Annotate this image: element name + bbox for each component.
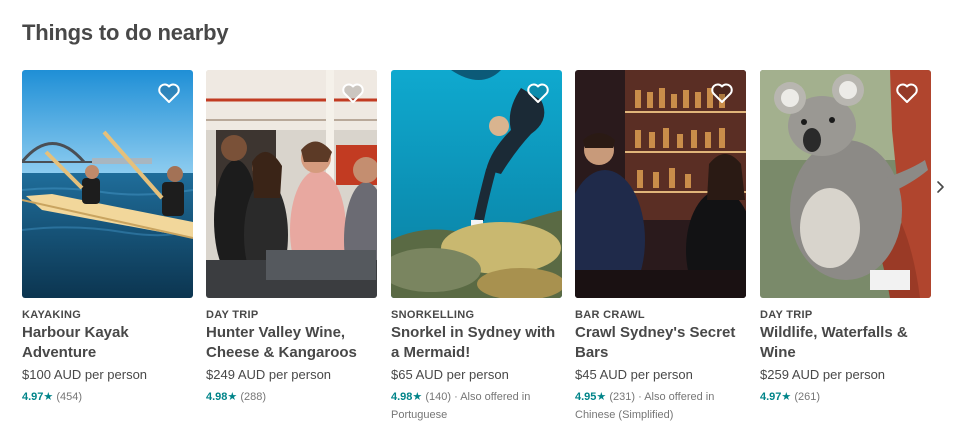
experience-category: DAY TRIP xyxy=(206,309,259,321)
favorite-button[interactable] xyxy=(710,82,734,104)
heart-outline-icon xyxy=(527,83,549,103)
experience-category: BAR CRAWL xyxy=(575,309,645,321)
star-icon: ★ xyxy=(781,391,792,403)
bar-photo xyxy=(575,70,746,298)
star-icon: ★ xyxy=(43,391,54,403)
experience-card[interactable]: KAYAKING Harbour Kayak Adventure $100 AU… xyxy=(22,70,193,420)
carousel-next-button[interactable] xyxy=(934,178,948,196)
experience-title[interactable]: Crawl Sydney's Secret Bars xyxy=(575,323,746,363)
favorite-button[interactable] xyxy=(895,82,919,104)
heart-outline-icon xyxy=(896,83,918,103)
experience-meta: 4.97★ (261) xyxy=(760,388,931,406)
star-icon: ★ xyxy=(227,391,238,403)
heart-outline-icon xyxy=(711,83,733,103)
experience-title[interactable]: Hunter Valley Wine, Cheese & Kangaroos xyxy=(206,323,377,363)
experience-card[interactable]: DAY TRIP Wildlife, Waterfalls & Wine $25… xyxy=(760,70,931,420)
experience-meta: 4.95★ (231) · Also offered in Chinese (S… xyxy=(575,388,746,424)
koala-photo xyxy=(760,70,931,298)
experience-category: DAY TRIP xyxy=(760,309,813,321)
rating-value: 4.97 xyxy=(22,391,44,403)
experience-meta: 4.97★ (454) xyxy=(22,388,193,406)
heart-outline-icon xyxy=(342,83,364,103)
experience-card[interactable]: BAR CRAWL Crawl Sydney's Secret Bars $45… xyxy=(575,70,746,421)
experience-photo[interactable] xyxy=(22,70,193,298)
experience-photo[interactable] xyxy=(760,70,931,298)
rating-value: 4.98 xyxy=(206,391,228,403)
review-count: (261) xyxy=(794,391,821,403)
star-icon: ★ xyxy=(412,391,423,403)
heart-outline-icon xyxy=(158,83,180,103)
experience-title[interactable]: Wildlife, Waterfalls & Wine xyxy=(760,323,931,363)
rating-value: 4.98 xyxy=(391,391,413,403)
experience-title[interactable]: Snorkel in Sydney with a Mermaid! xyxy=(391,323,562,363)
experience-category: KAYAKING xyxy=(22,309,82,321)
wine-tasting-photo xyxy=(206,70,377,298)
experience-meta: 4.98★ (288) xyxy=(206,388,377,406)
favorite-button[interactable] xyxy=(341,82,365,104)
experience-carousel: KAYAKING Harbour Kayak Adventure $100 AU… xyxy=(22,70,934,421)
star-icon: ★ xyxy=(596,391,607,403)
experience-price: $45 AUD per person xyxy=(575,367,693,382)
review-count: (140) xyxy=(425,391,452,403)
rating-value: 4.95 xyxy=(575,391,597,403)
favorite-button[interactable] xyxy=(157,82,181,104)
review-count: (231) xyxy=(609,391,636,403)
experience-price: $65 AUD per person xyxy=(391,367,509,382)
experience-card[interactable]: DAY TRIP Hunter Valley Wine, Cheese & Ka… xyxy=(206,70,377,420)
experience-card[interactable]: SNORKELLING Snorkel in Sydney with a Mer… xyxy=(391,70,562,421)
section-title: Things to do nearby xyxy=(22,20,229,45)
experience-price: $249 AUD per person xyxy=(206,367,332,382)
experience-meta: 4.98★ (140) · Also offered in Portuguese xyxy=(391,388,562,424)
review-count: (288) xyxy=(240,391,267,403)
experience-photo[interactable] xyxy=(575,70,746,298)
chevron-right-icon xyxy=(937,181,944,193)
experience-photo[interactable] xyxy=(206,70,377,298)
rating-value: 4.97 xyxy=(760,391,782,403)
favorite-button[interactable] xyxy=(526,82,550,104)
experience-price: $259 AUD per person xyxy=(760,367,886,382)
review-count: (454) xyxy=(56,391,83,403)
experience-category: SNORKELLING xyxy=(391,309,475,321)
experience-title[interactable]: Harbour Kayak Adventure xyxy=(22,323,193,363)
experience-price: $100 AUD per person xyxy=(22,367,148,382)
experience-photo[interactable] xyxy=(391,70,562,298)
snorkel-photo xyxy=(391,70,562,298)
kayak-photo xyxy=(22,70,193,298)
